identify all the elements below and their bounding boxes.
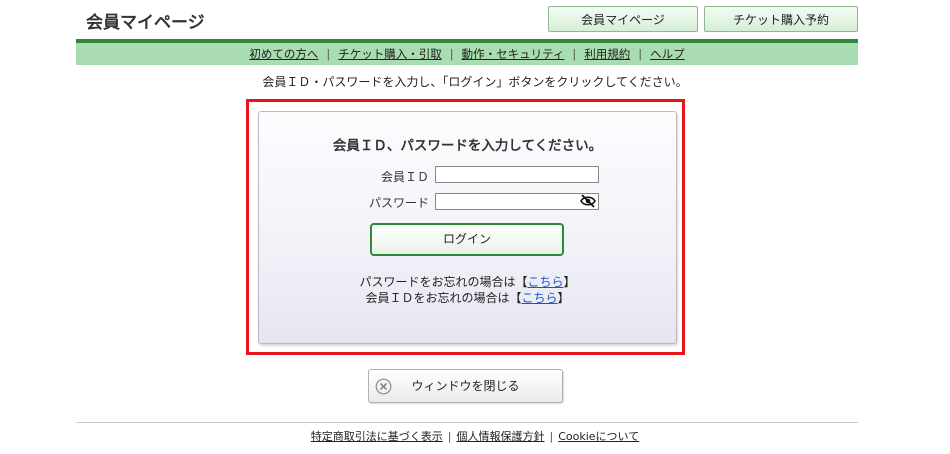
- site-title: 会員マイページ: [86, 13, 205, 33]
- footer-privacy-link[interactable]: 個人情報保護方針: [456, 430, 544, 443]
- ticket-reservation-button[interactable]: チケット購入予約: [704, 6, 858, 32]
- nav-separator: |: [572, 47, 577, 61]
- nav-help[interactable]: ヘルプ: [650, 47, 685, 61]
- nav-separator: |: [638, 47, 643, 61]
- footer-divider: [76, 422, 858, 423]
- close-window-label: ウィンドウを閉じる: [411, 379, 520, 393]
- forgot-password-prefix: パスワードをお忘れの場合は【: [359, 275, 528, 289]
- footer-commerce-law-link[interactable]: 特定商取引法に基づく表示: [311, 430, 443, 443]
- forgot-id-suffix: 】: [557, 291, 570, 305]
- nav-terms[interactable]: 利用規約: [584, 47, 630, 61]
- login-panel: 会員ＩＤ、パスワードを入力してください。 会員ＩＤ パスワード ログイン パスワ…: [258, 111, 677, 344]
- login-button[interactable]: ログイン: [370, 223, 564, 256]
- close-window-button[interactable]: ウィンドウを閉じる: [368, 369, 563, 403]
- member-mypage-button[interactable]: 会員マイページ: [548, 6, 698, 32]
- nav-bar: 初めての方へ | チケット購入・引取 | 動作・セキュリティ | 利用規約 | ヘルプ: [76, 43, 858, 65]
- login-instruction: 会員ＩＤ・パスワードを入力し、「ログイン」ボタンをクリックしてください。: [262, 75, 688, 89]
- footer-separator: |: [447, 430, 452, 443]
- forgot-password-suffix: 】: [563, 275, 576, 289]
- footer-cookie-link[interactable]: Cookieについて: [558, 430, 639, 443]
- login-heading: 会員ＩＤ、パスワードを入力してください。: [332, 138, 603, 154]
- header: 会員マイページ 会員マイページ チケット購入予約: [76, 0, 858, 40]
- forgot-password-text: パスワードをお忘れの場合は【こちら】: [259, 273, 676, 290]
- eye-slash-icon[interactable]: [580, 194, 596, 208]
- footer-separator: |: [549, 430, 554, 443]
- nav-first-time[interactable]: 初めての方へ: [249, 47, 318, 61]
- password-label: パスワード: [368, 196, 429, 210]
- forgot-id-prefix: 会員ＩＤをお忘れの場合は【: [365, 291, 522, 305]
- forgot-id-link[interactable]: こちら: [521, 291, 557, 305]
- member-id-input[interactable]: [435, 166, 599, 183]
- member-id-label: 会員ＩＤ: [380, 170, 429, 184]
- nav-security[interactable]: 動作・セキュリティ: [462, 47, 565, 61]
- nav-ticket-purchase[interactable]: チケット購入・引取: [338, 47, 442, 61]
- nav-separator: |: [326, 47, 331, 61]
- password-input[interactable]: [435, 193, 599, 210]
- nav-separator: |: [449, 47, 454, 61]
- footer: 特定商取引法に基づく表示 | 個人情報保護方針 | Cookieについて: [0, 428, 950, 444]
- forgot-id-text: 会員ＩＤをお忘れの場合は【こちら】: [259, 289, 676, 306]
- forgot-password-link[interactable]: こちら: [527, 275, 563, 289]
